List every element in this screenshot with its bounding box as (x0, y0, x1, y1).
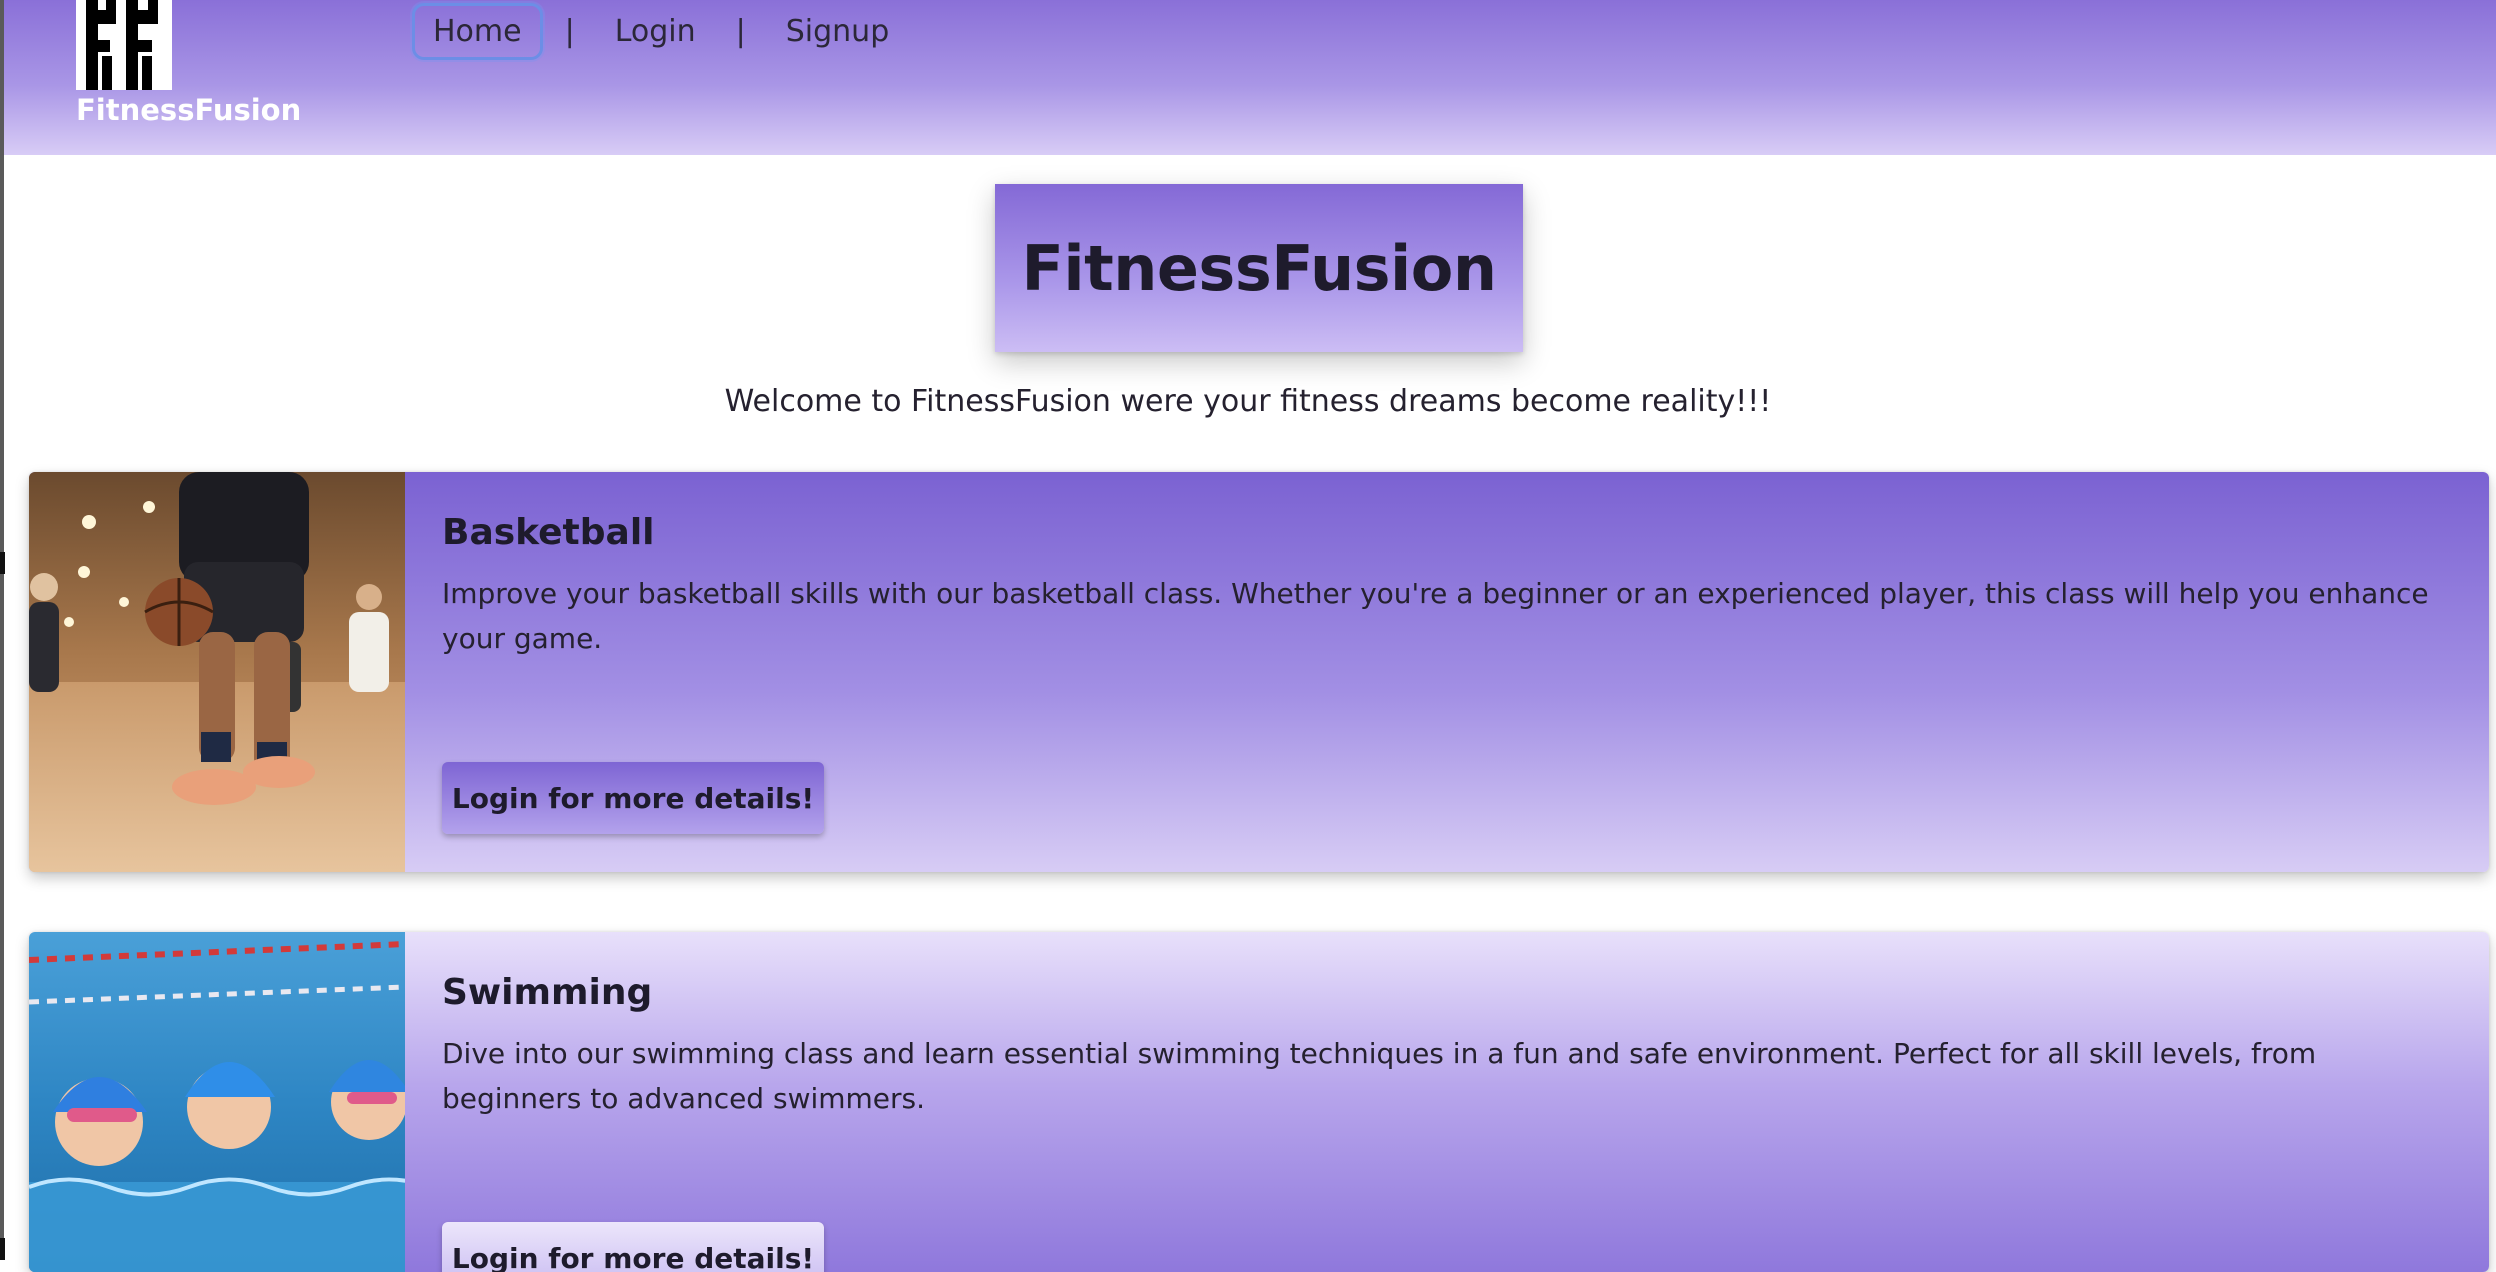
class-title: Swimming (442, 972, 653, 1013)
brand-logo[interactable]: FitnessFusion (72, 0, 301, 140)
hero-title: FitnessFusion (1021, 231, 1497, 305)
nav-separator: | (564, 13, 575, 49)
edge-marker (0, 552, 5, 574)
welcome-message: Welcome to FitnessFusion were your fitne… (724, 384, 1772, 419)
site-header: FitnessFusion Home | Login | Signup (4, 0, 2496, 155)
class-description: Dive into our swimming class and learn e… (442, 1037, 2317, 1115)
nav-login-link[interactable]: Login (597, 6, 714, 57)
edge-marker (0, 1238, 5, 1260)
class-card-swimming: Swimming Dive into our swimming class an… (29, 932, 2489, 1272)
login-for-details-button[interactable]: Login for more details! (442, 1222, 824, 1272)
nav-separator: | (735, 13, 746, 49)
nav-home-link[interactable]: Home (412, 2, 543, 60)
class-description: Improve your basketball skills with our … (442, 577, 2429, 655)
brand-name: FitnessFusion (76, 93, 302, 127)
main-nav: Home | Login | Signup (412, 0, 907, 62)
nav-signup-link[interactable]: Signup (768, 6, 908, 57)
window-left-edge (0, 0, 4, 1260)
class-card-basketball: Basketball Improve your basketball skill… (29, 472, 2489, 872)
ff-logo-icon (76, 0, 172, 90)
basketball-photo (29, 472, 405, 872)
hero-banner: FitnessFusion (995, 184, 1523, 352)
card-body: Swimming Dive into our swimming class an… (442, 932, 2429, 1121)
login-for-details-button[interactable]: Login for more details! (442, 762, 824, 834)
card-body: Basketball Improve your basketball skill… (442, 472, 2429, 661)
swimming-photo (29, 932, 405, 1272)
class-title: Basketball (442, 512, 655, 553)
